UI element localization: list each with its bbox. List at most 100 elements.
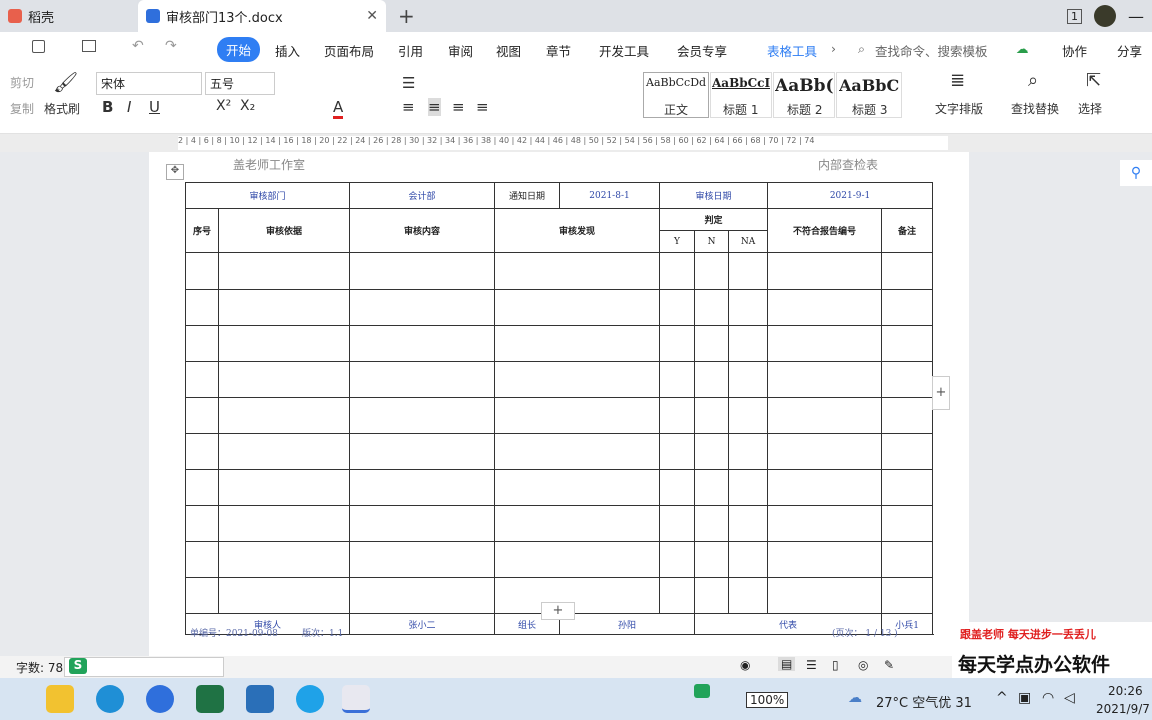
superscript-button[interactable]: X² (216, 98, 231, 114)
table-cell[interactable] (881, 289, 934, 326)
lync-icon[interactable] (146, 685, 174, 713)
table-cell[interactable] (185, 252, 219, 290)
table-cell[interactable] (185, 577, 219, 614)
mail-icon[interactable] (246, 685, 274, 713)
format-painter-button[interactable]: 格式刷 (44, 100, 80, 117)
table-cell[interactable] (217, 577, 351, 614)
table-cell[interactable] (659, 469, 696, 506)
excel-icon[interactable] (196, 685, 224, 713)
font-name-select[interactable]: 宋体 (96, 72, 202, 95)
table-cell[interactable] (217, 433, 351, 470)
menu-developer[interactable]: 开发工具 (599, 41, 649, 60)
table-cell[interactable]: 不符合报告编号 (767, 208, 883, 253)
table-cell[interactable]: Y (659, 230, 696, 253)
align-center-icon[interactable]: ≡ (428, 98, 441, 116)
table-cell[interactable] (694, 361, 730, 398)
chevron-up-icon[interactable]: ^ (996, 690, 1008, 706)
subscript-button[interactable]: X₂ (240, 98, 255, 114)
menu-home[interactable]: 开始 (217, 37, 261, 62)
table-cell[interactable] (185, 397, 219, 434)
table-cell[interactable] (494, 289, 661, 326)
move-table-icon[interactable]: ✥ (166, 164, 184, 180)
table-cell[interactable] (659, 361, 696, 398)
table-cell[interactable]: 序号 (185, 208, 219, 253)
table-cell[interactable] (217, 325, 351, 362)
table-cell[interactable] (767, 433, 883, 470)
underline-button[interactable]: U (149, 98, 160, 116)
table-cell[interactable] (881, 469, 934, 506)
audit-table[interactable]: 审核部门 会计部 通知日期 2021-8-1 审核日期 2021-9-1 序号 … (184, 182, 934, 635)
table-cell[interactable] (185, 289, 219, 326)
table-cell[interactable] (728, 289, 769, 326)
file-explorer-icon[interactable] (46, 685, 74, 713)
table-cell[interactable] (767, 289, 883, 326)
table-cell[interactable] (881, 325, 934, 362)
table-cell[interactable] (881, 433, 934, 470)
menu-insert[interactable]: 插入 (275, 41, 300, 60)
menu-review[interactable]: 审阅 (448, 41, 473, 60)
find-replace-button[interactable]: 查找替换 (1011, 100, 1059, 117)
redo-icon[interactable]: ↷ (165, 38, 177, 54)
table-cell[interactable] (494, 397, 661, 434)
table-cell[interactable] (767, 469, 883, 506)
table-cell[interactable] (217, 397, 351, 434)
collab-button[interactable]: 协作 (1062, 41, 1087, 60)
tab-document[interactable]: 审核部门13个.docx ✕ (138, 0, 386, 32)
table-cell[interactable] (767, 505, 883, 542)
table-cell[interactable] (659, 397, 696, 434)
table-cell[interactable] (494, 361, 661, 398)
menu-references[interactable]: 引用 (398, 41, 423, 60)
table-cell[interactable]: 判定 (659, 208, 769, 231)
table-cell[interactable]: 审核部门 (184, 182, 351, 209)
table-cell[interactable] (494, 325, 661, 362)
table-cell[interactable]: 会计部 (349, 182, 496, 209)
table-cell[interactable] (185, 361, 219, 398)
menu-section[interactable]: 章节 (546, 41, 571, 60)
table-cell[interactable] (728, 541, 769, 578)
table-cell[interactable]: 2021-9-1 (767, 182, 934, 209)
minimize-icon[interactable]: — (1128, 7, 1144, 26)
sogou-tray-icon[interactable] (694, 684, 710, 698)
table-cell[interactable]: 审核依据 (217, 208, 351, 253)
share-button[interactable]: 分享 (1117, 41, 1142, 60)
table-cell[interactable] (728, 577, 769, 614)
table-cell[interactable] (659, 505, 696, 542)
search-icon[interactable]: ⌕ (858, 41, 865, 57)
table-cell[interactable] (349, 325, 496, 362)
table-cell[interactable]: 张小二 (349, 613, 496, 635)
menu-search[interactable]: 查找命令、搜索模板 (875, 41, 988, 60)
table-cell[interactable] (494, 541, 661, 578)
bullet-list-icon[interactable]: ☰ (402, 74, 415, 92)
copy-button[interactable]: 复制 (10, 100, 34, 117)
battery-indicator[interactable]: 100% (746, 692, 789, 708)
pen-icon[interactable]: ✎ (884, 658, 894, 672)
table-cell[interactable] (728, 252, 769, 290)
web-view-icon[interactable]: ◎ (858, 658, 868, 672)
ime-toolbar[interactable]: S (64, 657, 224, 677)
location-pin-icon[interactable]: ⚲ (1120, 160, 1152, 186)
table-cell[interactable]: 2021-8-1 (559, 182, 661, 209)
table-cell[interactable] (694, 577, 730, 614)
print-icon[interactable] (82, 40, 96, 52)
tab-daoke[interactable]: 稻壳 (0, 0, 137, 32)
table-cell[interactable]: NA (728, 230, 769, 253)
eye-icon[interactable]: ◉ (740, 658, 750, 672)
table-cell[interactable]: 通知日期 (494, 182, 561, 209)
add-column-button[interactable]: + (932, 376, 950, 410)
table-cell[interactable] (767, 325, 883, 362)
cut-button[interactable]: 剪切 (10, 74, 34, 91)
table-cell[interactable]: 审核发现 (494, 208, 661, 253)
table-cell[interactable]: 审核内容 (349, 208, 496, 253)
menu-view[interactable]: 视图 (496, 41, 521, 60)
table-cell[interactable] (728, 325, 769, 362)
weather-text[interactable]: 27°C 空气优 31 (876, 692, 972, 711)
table-cell[interactable] (217, 505, 351, 542)
table-cell[interactable] (694, 469, 730, 506)
align-left-icon[interactable]: ≡ (402, 98, 415, 116)
table-cell[interactable] (349, 433, 496, 470)
menu-table-tools[interactable]: 表格工具 (767, 41, 817, 60)
table-cell[interactable] (217, 541, 351, 578)
table-cell[interactable]: 备注 (881, 208, 934, 253)
table-cell[interactable] (694, 433, 730, 470)
table-cell[interactable] (659, 541, 696, 578)
